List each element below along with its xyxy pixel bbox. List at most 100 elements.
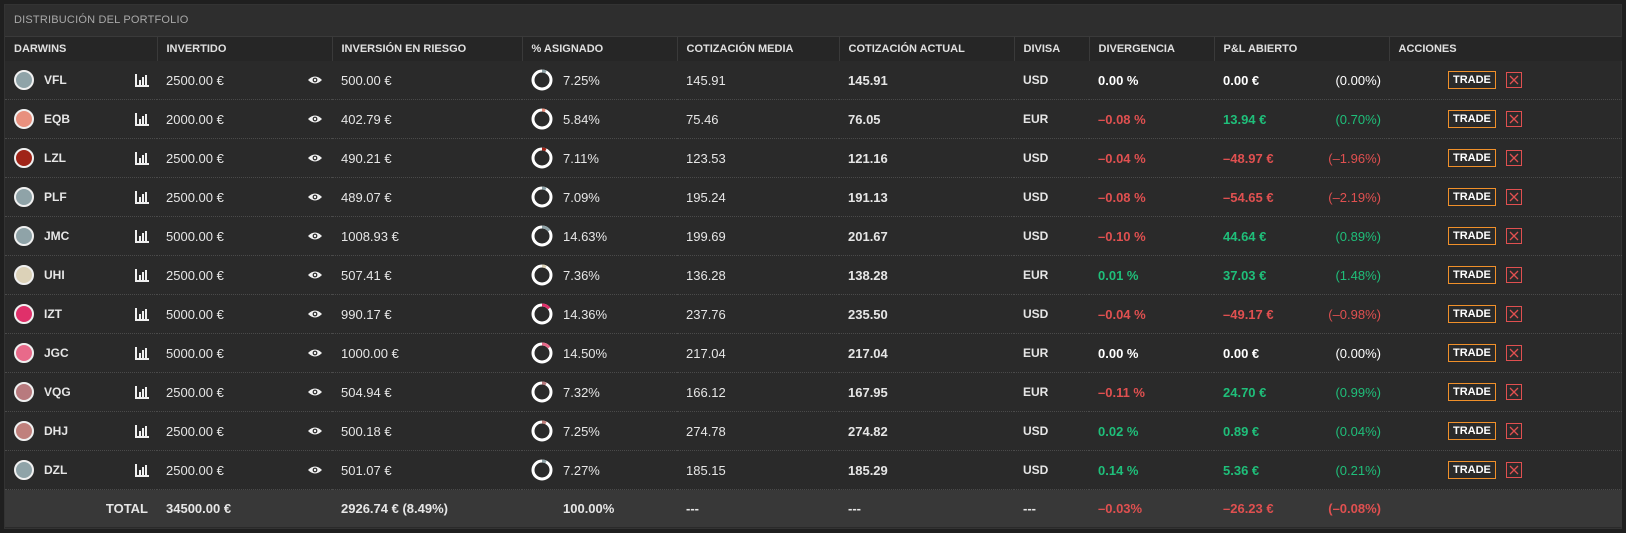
eye-icon[interactable] <box>307 426 323 436</box>
portfolio-table: DARWINS INVERTIDO INVERSIÓN EN RIESGO % … <box>5 37 1622 527</box>
trade-button[interactable]: TRADE <box>1448 227 1496 245</box>
bar-chart-icon[interactable] <box>135 190 149 204</box>
bar-chart-icon[interactable] <box>135 463 149 477</box>
alloc-cell: 14.50% <box>522 333 677 373</box>
bar-chart-icon[interactable] <box>135 229 149 243</box>
col-asignado[interactable]: % ASIGNADO <box>522 37 678 61</box>
trade-button[interactable]: TRADE <box>1448 422 1496 440</box>
col-riesgo[interactable]: INVERSIÓN EN RIESGO <box>332 37 523 61</box>
trade-button[interactable]: TRADE <box>1448 266 1496 284</box>
total-pl: –26.23 € <box>1223 501 1274 516</box>
col-invertido[interactable]: INVERTIDO <box>157 37 333 61</box>
eye-icon[interactable] <box>307 465 323 475</box>
divergence: 0.01 % <box>1089 255 1214 295</box>
alloc-value: 14.63% <box>563 228 608 244</box>
invested-cell: 5000.00 € <box>157 216 332 256</box>
eye-icon[interactable] <box>307 348 323 358</box>
allocation-donut <box>531 147 553 169</box>
bar-chart-icon[interactable] <box>135 307 149 321</box>
close-position-button[interactable] <box>1505 71 1522 88</box>
darwin-name[interactable]: DHJ <box>44 424 135 438</box>
actions-cell: TRADE <box>1389 177 1622 217</box>
avg-price: 199.69 <box>677 216 839 256</box>
close-position-button[interactable] <box>1505 383 1522 400</box>
close-position-button[interactable] <box>1505 227 1522 244</box>
risk-value: 490.21 € <box>332 138 522 178</box>
close-position-button[interactable] <box>1505 344 1522 361</box>
eye-icon[interactable] <box>307 153 323 163</box>
portfolio-panel: DISTRIBUCIÓN DEL PORTFOLIO DARWINS INVER… <box>4 4 1622 529</box>
close-position-button[interactable] <box>1505 461 1522 478</box>
darwin-name[interactable]: EQB <box>44 112 135 126</box>
close-position-button[interactable] <box>1505 110 1522 127</box>
darwin-cell: EQB <box>5 99 157 139</box>
darwin-cell: DZL <box>5 450 157 490</box>
darwin-name[interactable]: JMC <box>44 229 135 243</box>
eye-icon[interactable] <box>307 192 323 202</box>
allocation-donut <box>531 225 553 247</box>
close-position-button[interactable] <box>1505 188 1522 205</box>
table-row: EQB 2000.00 € 402.79 € 5.84% 75.46 76.05… <box>5 99 1622 139</box>
darwin-name[interactable]: VFL <box>44 73 135 87</box>
darwin-name[interactable]: JGC <box>44 346 135 360</box>
invested-value: 5000.00 € <box>166 228 224 244</box>
alloc-value: 7.25% <box>563 423 600 439</box>
trade-button[interactable]: TRADE <box>1448 110 1496 128</box>
currency: USD <box>1014 216 1089 256</box>
close-position-button[interactable] <box>1505 149 1522 166</box>
avatar <box>14 226 34 246</box>
alloc-value: 7.36% <box>563 267 600 283</box>
close-position-button[interactable] <box>1505 305 1522 322</box>
bar-chart-icon[interactable] <box>135 346 149 360</box>
divergence: 0.02 % <box>1089 411 1214 451</box>
currency: USD <box>1014 138 1089 178</box>
darwin-name[interactable]: VQG <box>44 385 135 399</box>
eye-icon[interactable] <box>307 231 323 241</box>
eye-icon[interactable] <box>307 387 323 397</box>
divergence: –0.04 % <box>1089 138 1214 178</box>
trade-button[interactable]: TRADE <box>1448 383 1496 401</box>
pl-value: 5.36 € <box>1223 462 1260 478</box>
trade-button[interactable]: TRADE <box>1448 71 1496 89</box>
col-media[interactable]: COTIZACIÓN MEDIA <box>677 37 840 61</box>
bar-chart-icon[interactable] <box>135 112 149 126</box>
total-divergence: –0.03% <box>1089 489 1214 527</box>
risk-value: 1000.00 € <box>332 333 522 373</box>
darwin-name[interactable]: IZT <box>44 307 135 321</box>
close-position-button[interactable] <box>1505 266 1522 283</box>
eye-icon[interactable] <box>307 114 323 124</box>
bar-chart-icon[interactable] <box>135 151 149 165</box>
close-icon <box>1509 192 1519 202</box>
eye-icon[interactable] <box>307 75 323 85</box>
bar-chart-icon[interactable] <box>135 268 149 282</box>
eye-icon[interactable] <box>307 270 323 280</box>
col-pl[interactable]: P&L ABIERTO <box>1214 37 1390 61</box>
actions-cell: TRADE <box>1389 411 1622 451</box>
close-position-button[interactable] <box>1505 422 1522 439</box>
pl-value: –54.65 € <box>1223 189 1274 205</box>
pl-value: 44.64 € <box>1223 228 1267 244</box>
trade-button[interactable]: TRADE <box>1448 149 1496 167</box>
trade-button[interactable]: TRADE <box>1448 188 1496 206</box>
col-divisa[interactable]: DIVISA <box>1014 37 1090 61</box>
total-avg: --- <box>677 489 839 527</box>
invested-value: 2000.00 € <box>166 111 224 127</box>
darwin-name[interactable]: LZL <box>44 151 135 165</box>
pl-cell: 37.03 € (1.48%) <box>1214 255 1389 295</box>
darwin-name[interactable]: PLF <box>44 190 135 204</box>
trade-button[interactable]: TRADE <box>1448 344 1496 362</box>
bar-chart-icon[interactable] <box>135 385 149 399</box>
bar-chart-icon[interactable] <box>135 73 149 87</box>
total-current: --- <box>839 489 1014 527</box>
bar-chart-icon[interactable] <box>135 424 149 438</box>
darwin-name[interactable]: DZL <box>44 463 135 477</box>
col-darwins[interactable]: DARWINS <box>5 37 158 61</box>
eye-icon[interactable] <box>307 309 323 319</box>
close-icon <box>1509 465 1519 475</box>
divergence: –0.10 % <box>1089 216 1214 256</box>
darwin-name[interactable]: UHI <box>44 268 135 282</box>
col-divergencia[interactable]: DIVERGENCIA <box>1089 37 1215 61</box>
trade-button[interactable]: TRADE <box>1448 461 1496 479</box>
col-actual[interactable]: COTIZACIÓN ACTUAL <box>839 37 1015 61</box>
trade-button[interactable]: TRADE <box>1448 305 1496 323</box>
